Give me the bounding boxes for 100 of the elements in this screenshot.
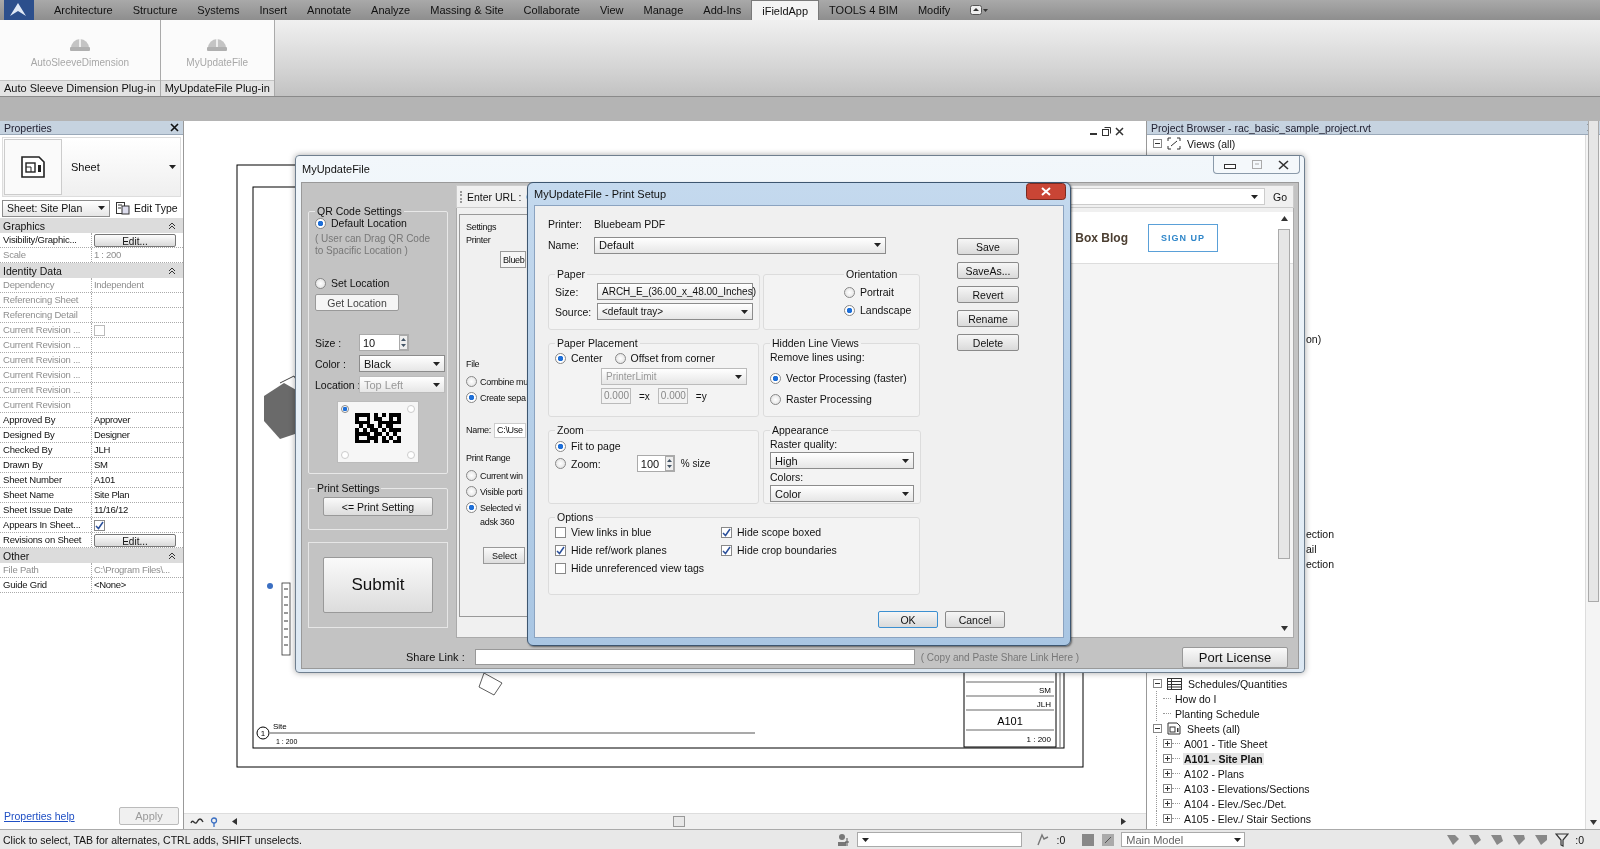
close-icon[interactable] <box>170 123 179 132</box>
caret-icon[interactable] <box>735 374 742 379</box>
source-dropdown[interactable]: <default tray> <box>597 303 753 320</box>
scroll-thumb[interactable] <box>673 816 685 827</box>
expand-icon[interactable] <box>1163 814 1172 823</box>
tree-item[interactable]: Sheets (all) <box>1186 722 1242 735</box>
select-button[interactable]: Select <box>483 547 525 564</box>
tree-item[interactable]: A102 - Plans <box>1183 767 1246 780</box>
get-location-button[interactable]: Get Location <box>315 294 399 311</box>
blog-title[interactable]: Box Blog <box>1075 230 1128 245</box>
property-value[interactable]: Designer <box>92 428 178 442</box>
checkbox[interactable] <box>555 562 566 574</box>
caret-icon[interactable] <box>1234 837 1242 842</box>
property-value[interactable]: 11/16/12 <box>92 503 178 517</box>
collapse-icon[interactable] <box>1153 679 1162 688</box>
name-dropdown[interactable]: Default <box>594 236 886 254</box>
print-setting-button[interactable]: <= Print Setting <box>323 497 433 516</box>
checkbox[interactable] <box>94 519 105 531</box>
colors-dropdown[interactable]: Color <box>770 485 914 502</box>
radio-button[interactable] <box>844 286 855 298</box>
expand-icon[interactable] <box>1163 739 1172 748</box>
spinner-icon[interactable] <box>399 335 408 350</box>
ribbon-tab[interactable]: Insert <box>249 0 298 20</box>
corner-radio[interactable] <box>341 405 349 413</box>
qr-fill-dropdown[interactable]: Black <box>359 355 445 372</box>
tree-item[interactable]: A104 - Elev./Sec./Det. <box>1183 797 1288 810</box>
scroll-down-icon[interactable] <box>1589 820 1597 825</box>
expand-icon[interactable] <box>1163 799 1172 808</box>
caret-icon[interactable] <box>862 837 870 842</box>
caret-icon[interactable] <box>98 206 105 210</box>
caret-icon[interactable] <box>874 243 881 247</box>
go-button[interactable]: Go <box>1270 190 1290 203</box>
radio-button[interactable] <box>315 277 326 289</box>
ribbon-tab[interactable]: Systems <box>187 0 250 20</box>
dialog-button[interactable]: Save <box>957 238 1019 255</box>
scroll-thumb[interactable] <box>1587 121 1599 602</box>
zoom-field[interactable]: 100 <box>636 455 675 472</box>
type-selector[interactable]: Sheet <box>2 137 181 197</box>
close-button[interactable] <box>1026 183 1066 200</box>
caret-icon[interactable] <box>902 458 909 463</box>
cancel-button[interactable]: Cancel <box>945 611 1005 628</box>
ribbon-tab[interactable]: TOOLS 4 BIM <box>819 0 908 20</box>
edit-type-button[interactable]: Edit Type <box>116 201 178 215</box>
dialog-button[interactable]: Delete <box>957 334 1019 351</box>
property-value[interactable]: JLH <box>92 443 178 457</box>
edit-button[interactable]: Edit... <box>94 233 176 247</box>
property-value[interactable]: Approver <box>92 413 178 427</box>
property-value[interactable]: A101 <box>92 473 178 487</box>
type-dropdown[interactable]: Sheet: Site Plan <box>2 199 110 217</box>
caret-icon[interactable] <box>169 165 176 169</box>
collapse-icon[interactable] <box>1153 724 1162 733</box>
expand-icon[interactable] <box>1163 769 1172 778</box>
radio-button[interactable] <box>770 393 781 405</box>
tree-item[interactable]: ection <box>1306 527 1585 542</box>
workset-dropdown[interactable]: Main Model <box>1121 832 1246 847</box>
application-menu-icon[interactable] <box>4 0 34 20</box>
corner-radio[interactable] <box>407 451 415 459</box>
close-icon[interactable] <box>1115 127 1124 136</box>
expand-icon[interactable] <box>1163 784 1172 793</box>
ribbon-tab[interactable]: Add-Ins <box>693 0 752 20</box>
radio-button[interactable] <box>466 502 477 513</box>
property-value[interactable]: Site Plan <box>92 488 178 502</box>
checkbox[interactable] <box>721 544 732 556</box>
tree-item[interactable]: Planting Schedule <box>1174 707 1261 720</box>
ok-button[interactable]: OK <box>878 611 938 628</box>
spinner-icon[interactable] <box>664 456 674 471</box>
caret-icon[interactable] <box>433 361 440 366</box>
scroll-right-icon[interactable] <box>1121 818 1126 825</box>
filter-icon[interactable] <box>1555 832 1570 847</box>
dialog-button[interactable]: Rename <box>957 310 1019 327</box>
radio-button[interactable] <box>555 440 566 452</box>
ribbon-tab[interactable]: Architecture <box>44 0 123 20</box>
ribbon-tab[interactable]: View <box>589 0 634 20</box>
radio-button[interactable] <box>466 376 477 387</box>
help-link[interactable]: Properties help <box>4 809 75 822</box>
panel-toggle-icon[interactable] <box>970 5 989 15</box>
property-value[interactable]: <None> <box>92 578 178 592</box>
quality-dropdown[interactable]: High <box>770 452 914 469</box>
dialog-button[interactable]: SaveAs... <box>957 262 1019 279</box>
caret-icon[interactable] <box>741 309 748 314</box>
checkbox[interactable] <box>721 526 732 538</box>
tree-item[interactable]: ail <box>1306 542 1585 557</box>
tree-item[interactable]: A001 - Title Sheet <box>1183 737 1269 750</box>
tree-item[interactable]: Views (all) <box>1186 137 1237 150</box>
dialog-button[interactable]: Revert <box>957 286 1019 303</box>
radio-button[interactable] <box>466 470 477 481</box>
edit-button[interactable]: Edit... <box>94 533 176 547</box>
expand-icon[interactable] <box>1163 754 1172 763</box>
tree-item[interactable]: Schedules/Quantities <box>1187 677 1289 690</box>
close-icon[interactable] <box>1278 159 1289 170</box>
tree-item[interactable]: A103 - Elevations/Sections <box>1183 782 1311 795</box>
scroll-down-icon[interactable] <box>1280 626 1288 631</box>
size-field[interactable]: 10 <box>359 334 409 351</box>
collapse-icon[interactable] <box>168 221 176 230</box>
collapse-icon[interactable] <box>168 551 176 560</box>
worksets-icon[interactable] <box>837 832 852 847</box>
radio-button[interactable] <box>555 352 566 364</box>
ribbon-tab[interactable]: Modify <box>907 0 961 20</box>
ribbon-tab[interactable]: Structure <box>122 0 188 20</box>
radio-button[interactable] <box>770 372 781 384</box>
